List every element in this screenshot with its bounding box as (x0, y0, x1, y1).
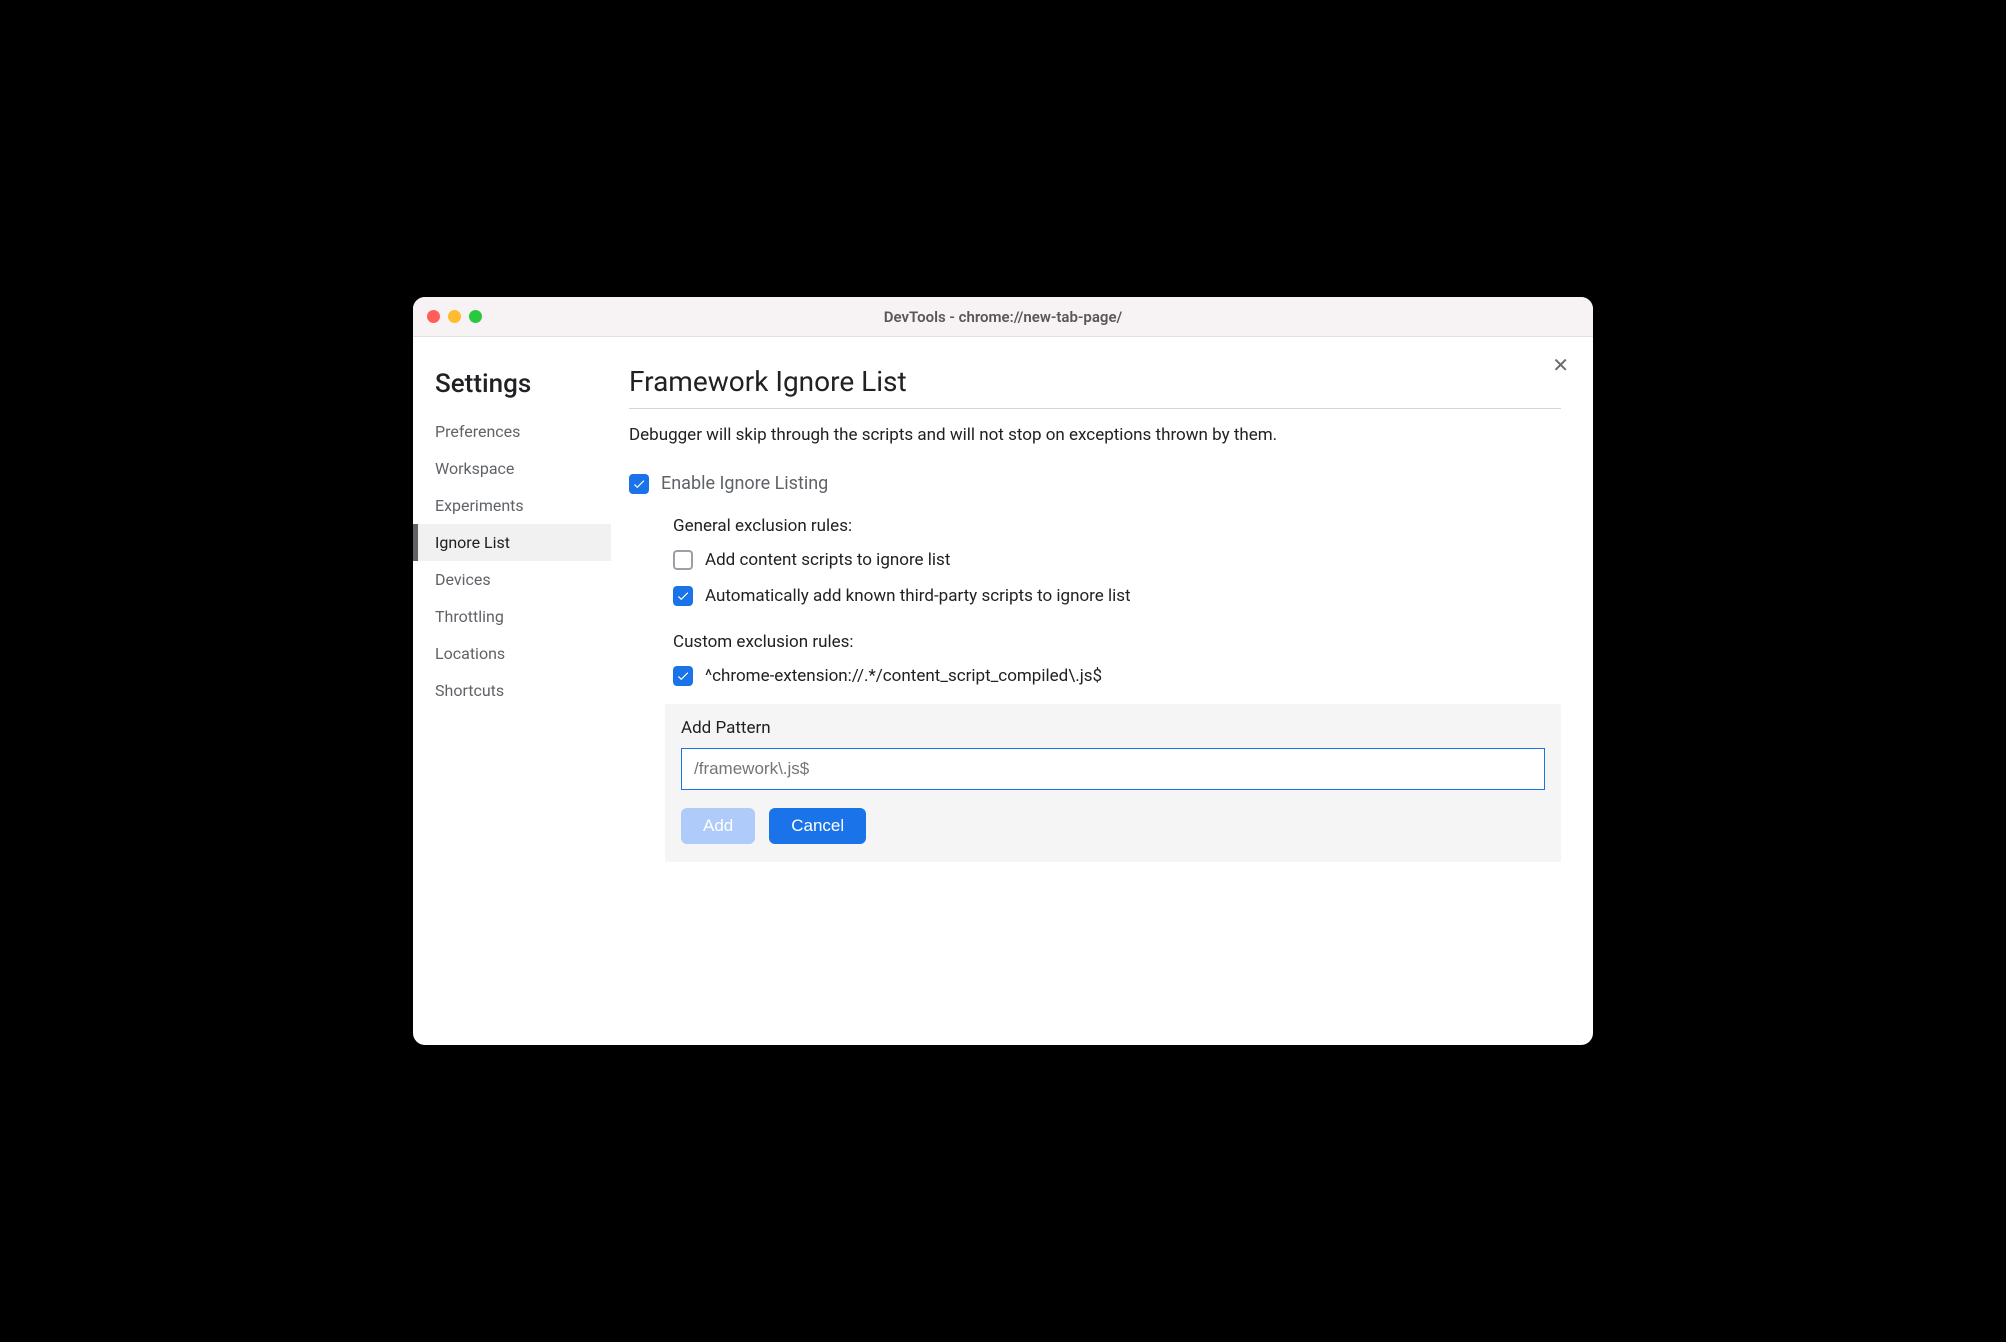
auto-third-party-checkbox[interactable] (673, 586, 693, 606)
sidebar-item-shortcuts[interactable]: Shortcuts (413, 672, 611, 709)
general-rule-label: Add content scripts to ignore list (705, 550, 950, 570)
devtools-settings-window: DevTools - chrome://new-tab-page/ ✕ Sett… (413, 297, 1593, 1045)
checkmark-icon (632, 477, 646, 491)
enable-ignore-listing-row: Enable Ignore Listing (629, 473, 1561, 494)
close-icon[interactable]: ✕ (1552, 355, 1569, 375)
sidebar-item-experiments[interactable]: Experiments (413, 487, 611, 524)
window-zoom-button[interactable] (469, 310, 482, 323)
content-area: ✕ Settings Preferences Workspace Experim… (413, 337, 1593, 1045)
window-controls (427, 310, 482, 323)
add-button[interactable]: Add (681, 808, 755, 844)
page-description: Debugger will skip through the scripts a… (629, 425, 1561, 445)
sidebar-item-label: Locations (435, 644, 505, 663)
custom-rule-label: ^chrome-extension://.*/content_script_co… (705, 666, 1102, 686)
main-panel: Framework Ignore List Debugger will skip… (611, 337, 1593, 1045)
general-rule-row: Automatically add known third-party scri… (673, 586, 1561, 606)
sidebar-item-throttling[interactable]: Throttling (413, 598, 611, 635)
enable-ignore-listing-label: Enable Ignore Listing (661, 473, 828, 494)
settings-sidebar: Settings Preferences Workspace Experimen… (413, 337, 611, 1045)
sidebar-item-label: Experiments (435, 496, 524, 515)
general-rules-heading: General exclusion rules: (673, 516, 1561, 536)
window-minimize-button[interactable] (448, 310, 461, 323)
sidebar-item-locations[interactable]: Locations (413, 635, 611, 672)
sidebar-item-preferences[interactable]: Preferences (413, 413, 611, 450)
sidebar-item-devices[interactable]: Devices (413, 561, 611, 598)
general-rule-row: Add content scripts to ignore list (673, 550, 1561, 570)
sidebar-item-label: Workspace (435, 459, 514, 478)
sidebar-heading: Settings (413, 361, 611, 413)
sidebar-item-label: Devices (435, 570, 491, 589)
window-close-button[interactable] (427, 310, 440, 323)
add-pattern-heading: Add Pattern (681, 718, 1545, 738)
sidebar-item-label: Throttling (435, 607, 504, 626)
add-pattern-panel: Add Pattern Add Cancel (665, 704, 1561, 862)
checkmark-icon (676, 589, 690, 603)
custom-rule-row: ^chrome-extension://.*/content_script_co… (673, 666, 1561, 686)
custom-rules-heading: Custom exclusion rules: (673, 632, 1561, 652)
sidebar-item-label: Preferences (435, 422, 520, 441)
checkmark-icon (676, 669, 690, 683)
add-content-scripts-checkbox[interactable] (673, 550, 693, 570)
window-titlebar: DevTools - chrome://new-tab-page/ (413, 297, 1593, 337)
sidebar-item-label: Ignore List (435, 533, 510, 552)
sidebar-item-workspace[interactable]: Workspace (413, 450, 611, 487)
pattern-input[interactable] (681, 748, 1545, 790)
add-pattern-buttons: Add Cancel (681, 808, 1545, 844)
sidebar-item-ignore-list[interactable]: Ignore List (413, 524, 611, 561)
enable-ignore-listing-checkbox[interactable] (629, 474, 649, 494)
page-title: Framework Ignore List (629, 365, 1561, 409)
sidebar-item-label: Shortcuts (435, 681, 504, 700)
window-title: DevTools - chrome://new-tab-page/ (413, 308, 1593, 326)
cancel-button[interactable]: Cancel (769, 808, 866, 844)
general-rule-label: Automatically add known third-party scri… (705, 586, 1131, 606)
custom-rule-checkbox[interactable] (673, 666, 693, 686)
